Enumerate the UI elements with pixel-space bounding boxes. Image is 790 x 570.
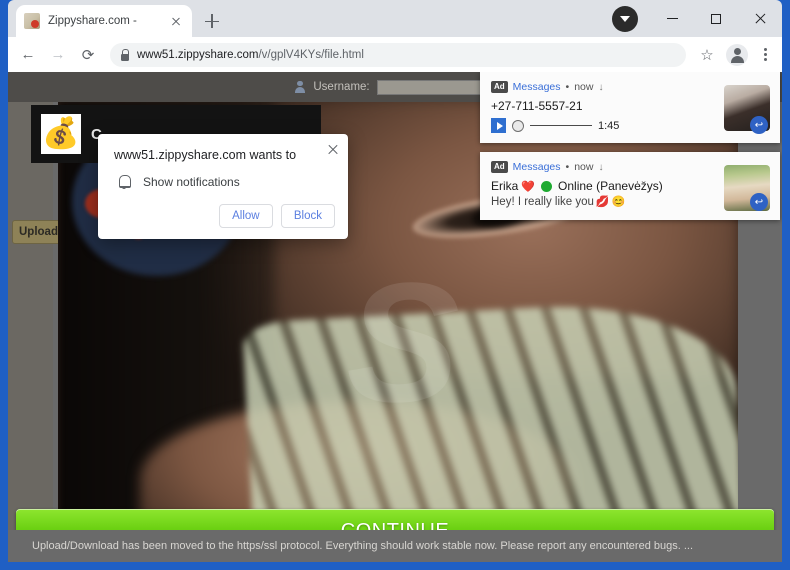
username-label: Username: [313, 81, 370, 93]
dialog-close-icon[interactable] [325, 141, 341, 157]
reload-button[interactable]: ⟳ [74, 41, 102, 69]
kiss-icon: 💋 [595, 196, 610, 208]
profile-badge-icon[interactable] [612, 5, 638, 32]
back-button[interactable]: ← [14, 41, 42, 69]
user-icon [293, 80, 306, 94]
notification-sender: +27-711-5557-21 [491, 99, 583, 113]
profile-avatar-icon[interactable] [726, 43, 748, 66]
seek-track[interactable] [530, 124, 592, 127]
message-text: Hey! I really like you [491, 195, 594, 208]
notification-source: Messages [512, 81, 561, 93]
forward-button[interactable]: → [44, 41, 72, 69]
notification-time: now [574, 161, 594, 173]
notification-sender: Erika ❤️ Online (Panevėžys) [491, 179, 708, 193]
reply-icon[interactable]: ↩ [750, 193, 768, 211]
voice-message-player[interactable]: 1:45 [491, 118, 708, 133]
ad-badge: Ad [491, 161, 508, 173]
close-tab-icon[interactable] [168, 13, 184, 29]
notification-separator: • [565, 81, 570, 93]
maximize-button[interactable] [694, 2, 738, 36]
dialog-permission-row: Show notifications [114, 174, 332, 189]
push-notification-2[interactable]: Ad Messages • now ↓ Erika ❤️ Online (Pan… [480, 152, 780, 220]
close-window-button[interactable] [738, 2, 782, 36]
dialog-title: www51.zippyshare.com wants to [114, 148, 297, 162]
reply-icon[interactable]: ↩ [750, 116, 768, 134]
notification-separator: • [565, 161, 570, 173]
notification-time: now [574, 81, 594, 93]
push-notification-stack: Ad Messages • now ↓ +27-711-5557-21 1:45 [480, 72, 780, 220]
dialog-actions: Allow Block [218, 204, 335, 228]
online-status-text: Online (Panevėžys) [558, 179, 663, 193]
permission-label: Show notifications [143, 174, 240, 189]
browser-tab[interactable]: Zippyshare.com - [16, 5, 192, 37]
allow-button[interactable]: Allow [218, 204, 273, 228]
seek-handle[interactable] [512, 119, 524, 132]
zippyshare-favicon-icon [24, 13, 40, 29]
address-bar[interactable]: www51.zippyshare.com/v/gplV4KYs/file.htm… [110, 42, 686, 67]
username-input[interactable] [376, 79, 497, 95]
money-bag-icon: 💰 [41, 114, 81, 154]
notification-source: Messages [512, 161, 561, 173]
online-status-icon [541, 180, 553, 192]
play-icon[interactable] [491, 118, 506, 133]
url-text: www51.zippyshare.com/v/gplV4KYs/file.htm… [137, 49, 364, 61]
tab-strip: Zippyshare.com - [8, 0, 782, 37]
upload-button[interactable]: Upload [12, 220, 64, 244]
chrome-menu-icon[interactable] [754, 42, 776, 68]
notification-permission-dialog: www51.zippyshare.com wants to Show notif… [98, 134, 348, 239]
smiley-icon: 😊 [611, 196, 626, 208]
ad-badge: Ad [491, 81, 508, 93]
media-money-fan [242, 296, 738, 517]
chevron-down-icon[interactable]: ↓ [598, 162, 603, 173]
bell-icon [117, 174, 131, 189]
push-notification-1[interactable]: Ad Messages • now ↓ +27-711-5557-21 1:45 [480, 72, 780, 143]
block-button[interactable]: Block [280, 204, 335, 228]
audio-duration: 1:45 [598, 119, 620, 132]
minimize-button[interactable] [650, 2, 694, 36]
site-status-strip: Upload/Download has been moved to the ht… [8, 530, 782, 562]
sender-name: Erika [491, 179, 519, 193]
lock-icon [119, 49, 130, 61]
chevron-down-icon[interactable]: ↓ [598, 82, 603, 93]
tab-title: Zippyshare.com - [48, 15, 137, 27]
url-path: /v/gplV4KYs/file.html [258, 48, 364, 61]
url-host: www51.zippyshare.com [137, 48, 259, 61]
new-tab-button[interactable] [198, 7, 226, 35]
notification-message: Hey! I really like you 💋 😊 [491, 195, 708, 209]
bookmark-star-icon[interactable]: ☆ [694, 42, 720, 68]
status-message: Upload/Download has been moved to the ht… [32, 540, 694, 552]
window-controls [612, 0, 782, 37]
browser-toolbar: ← → ⟳ www51.zippyshare.com/v/gplV4KYs/fi… [8, 37, 782, 72]
heart-icon: ❤️ [521, 180, 536, 193]
site-left-panel [8, 102, 53, 530]
page-viewport: Username: Upload S CONTINUE Upload/Downl… [8, 72, 782, 562]
browser-window: Zippyshare.com - ← → ⟳ www51.zippyshare.… [0, 0, 790, 570]
